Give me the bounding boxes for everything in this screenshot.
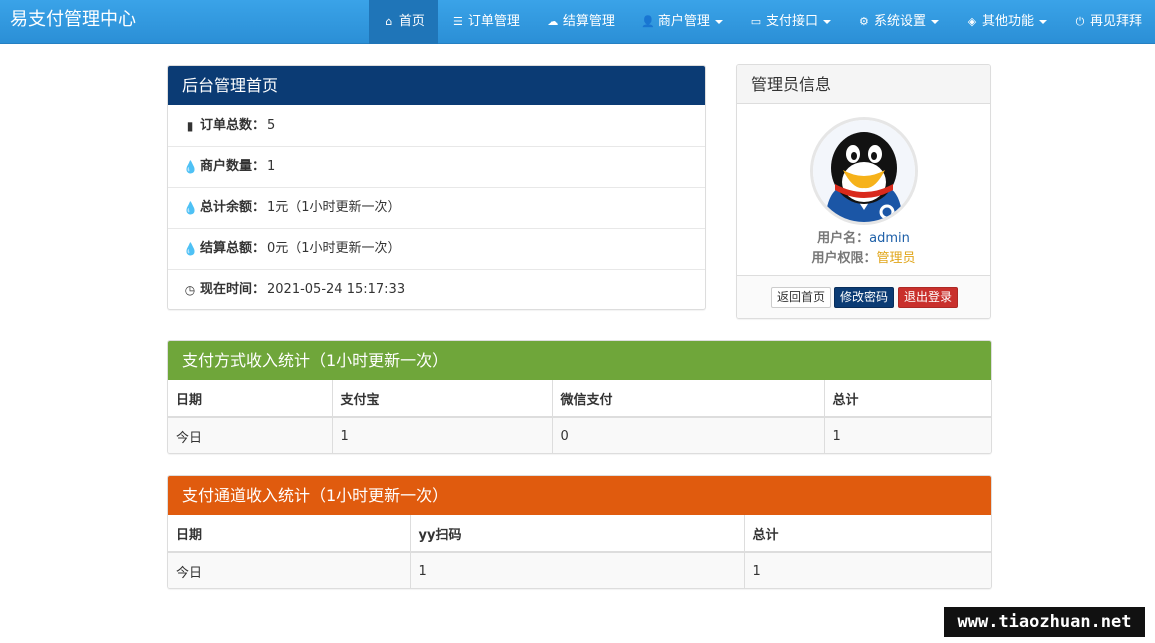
stat-value: 1: [267, 159, 276, 174]
bar-chart-icon: ▮: [186, 118, 194, 133]
nav-item-label: 订单管理: [467, 14, 520, 29]
nav-item-label: 支付接口: [765, 14, 818, 29]
stat-label: 现在时间：: [200, 282, 266, 297]
nav-item-2[interactable]: ☁ 结算管理: [533, 0, 628, 44]
table-cell: 1: [410, 552, 745, 588]
cloud-icon: ☁: [547, 15, 559, 28]
back-home-button[interactable]: 返回首页: [771, 287, 832, 308]
overview-stat-row: 💧 结算总额： 0元（1小时更新一次）: [168, 228, 705, 269]
nav-item-7[interactable]: ⏻ 再见拜拜: [1060, 0, 1155, 44]
table-header-row: 日期 支付宝 微信支付 总计: [168, 380, 991, 418]
gear-icon: ⚙: [859, 15, 869, 28]
admin-avatar: [810, 117, 918, 225]
column-header: 总计: [824, 380, 991, 418]
admin-username-line: 用户名：admin: [737, 227, 990, 246]
column-header: yy扫码: [410, 515, 745, 553]
stat-label: 结算总额：: [200, 241, 266, 256]
overview-stat-row: 💧 总计余额： 1元（1小时更新一次）: [168, 187, 705, 228]
channel-stats-title: 支付通道收入统计（1小时更新一次）: [168, 476, 991, 515]
nav-item-5[interactable]: ⚙ 系统设置: [844, 0, 952, 44]
stat-label: 总计余额：: [200, 200, 266, 215]
nav-item-4[interactable]: ▭ 支付接口: [736, 0, 844, 44]
column-header: 日期: [168, 515, 411, 553]
main-nav: ⌂ 首页 ☰ 订单管理 ☁ 结算管理 👤 商户管理 ▭ 支付接口 ⚙ 系统设置 ◈ 其他功能 ⏻ 再见拜拜: [368, 0, 1155, 44]
overview-panel-title: 后台管理首页: [168, 66, 705, 105]
tint-icon: 💧: [183, 242, 198, 256]
table-cell: 今日: [168, 417, 333, 453]
nav-item-0[interactable]: ⌂ 首页: [368, 0, 438, 44]
admin-role-line: 用户权限：管理员: [737, 247, 990, 266]
caret-down-icon: [930, 20, 939, 24]
username-value: admin: [869, 231, 910, 246]
overview-stat-row: ▮ 订单总数： 5: [168, 105, 705, 146]
table-cell: 0: [552, 417, 825, 453]
stat-value: 2021-05-24 15:17:33: [267, 282, 406, 297]
nav-item-label: 商户管理: [657, 14, 710, 29]
box-icon: ◈: [967, 15, 977, 28]
nav-item-6[interactable]: ◈ 其他功能: [952, 0, 1060, 44]
tint-icon: 💧: [183, 160, 198, 174]
penguin-avatar-icon: [813, 120, 915, 222]
channel-stats-table: 日期 yy扫码 总计 今日 1 1: [168, 515, 991, 588]
overview-panel: 后台管理首页 ▮ 订单总数： 5 💧 商户数量： 1 💧 总计余额： 1元（1小时更新一次） 💧 结…: [167, 65, 706, 310]
overview-stat-row: 💧 商户数量： 1: [168, 146, 705, 187]
username-label: 用户名：: [817, 231, 870, 246]
stat-label: 商户数量：: [200, 159, 266, 174]
pay-method-stats-panel: 支付方式收入统计（1小时更新一次） 日期 支付宝 微信支付 总计 今日 1 0 1: [167, 340, 992, 454]
brand-title[interactable]: 易支付管理中心: [10, 0, 136, 44]
caret-down-icon: [714, 20, 723, 24]
column-header: 日期: [168, 380, 333, 418]
nav-item-label: 其他功能: [981, 14, 1034, 29]
nav-item-label: 结算管理: [562, 14, 615, 29]
nav-item-label: 再见拜拜: [1089, 14, 1142, 29]
caret-down-icon: [822, 20, 831, 24]
clock-icon: ◷: [184, 283, 196, 297]
table-cell: 1: [752, 563, 761, 579]
table-cell: 1: [332, 417, 553, 453]
table-cell: 今日: [168, 552, 411, 588]
change-password-button[interactable]: 修改密码: [834, 287, 895, 308]
role-value: 管理员: [876, 251, 916, 266]
column-header: 总计: [744, 515, 991, 553]
pay-method-stats-title: 支付方式收入统计（1小时更新一次）: [168, 341, 991, 380]
channel-stats-panel: 支付通道收入统计（1小时更新一次） 日期 yy扫码 总计 今日 1 1: [167, 475, 992, 589]
list-icon: ☰: [452, 15, 463, 28]
logout-button[interactable]: 退出登录: [898, 287, 959, 308]
caret-down-icon: [1038, 20, 1047, 24]
site-watermark: www.tiaozhuan.net: [944, 607, 1145, 637]
admin-actions: 返回首页 修改密码 退出登录: [737, 275, 990, 318]
stat-value: 1元（1小时更新一次）: [267, 200, 401, 215]
stat-label: 订单总数：: [200, 117, 266, 133]
nav-item-label: 系统设置: [873, 14, 926, 29]
nav-item-3[interactable]: 👤 商户管理: [628, 0, 736, 44]
role-label: 用户权限：: [811, 251, 877, 266]
column-header: 微信支付: [552, 380, 825, 418]
table-cell: 1: [832, 428, 841, 444]
nav-item-1[interactable]: ☰ 订单管理: [438, 0, 533, 44]
tint-icon: 💧: [183, 201, 198, 215]
pay-method-stats-table: 日期 支付宝 微信支付 总计 今日 1 0 1: [168, 380, 991, 453]
admin-info-title: 管理员信息: [737, 65, 990, 104]
home-icon: ⌂: [385, 15, 393, 28]
stat-value: 0元（1小时更新一次）: [267, 241, 401, 256]
column-header: 支付宝: [332, 380, 553, 418]
admin-info-panel: 管理员信息 用户名：admin 用户权限：管理员 返回首页 修改密码 退出登录: [736, 64, 991, 319]
top-navbar: 易支付管理中心 ⌂ 首页 ☰ 订单管理 ☁ 结算管理 👤 商户管理 ▭ 支付接口 ⚙ 系统设置 ◈ 其他功…: [0, 0, 1155, 44]
user-icon: 👤: [641, 15, 655, 28]
table-header-row: 日期 yy扫码 总计: [168, 515, 991, 553]
power-icon: ⏻: [1075, 15, 1085, 28]
credit-card-icon: ▭: [750, 15, 762, 28]
stat-value: 5: [267, 117, 276, 133]
table-row: 今日 1 0 1: [168, 417, 991, 453]
table-row: 今日 1 1: [168, 552, 991, 588]
nav-item-label: 首页: [398, 14, 425, 29]
overview-stat-row: ◷ 现在时间： 2021-05-24 15:17:33: [168, 269, 705, 309]
overview-stat-list: ▮ 订单总数： 5 💧 商户数量： 1 💧 总计余额： 1元（1小时更新一次） 💧 结算总额： 0元（…: [168, 105, 705, 309]
